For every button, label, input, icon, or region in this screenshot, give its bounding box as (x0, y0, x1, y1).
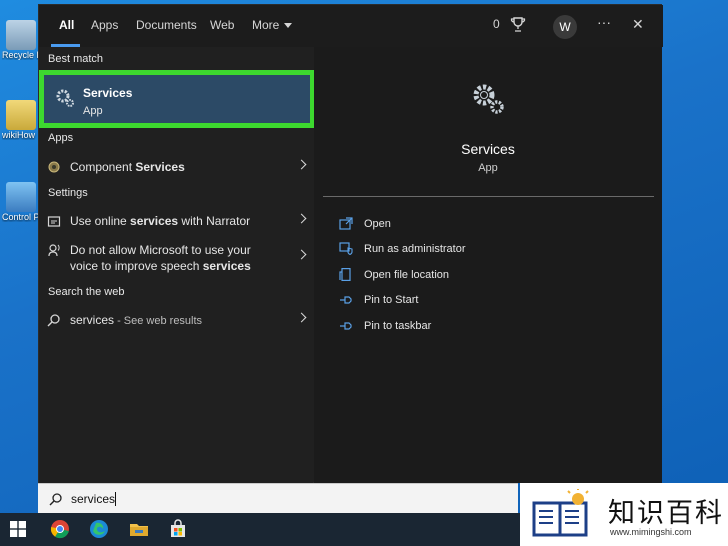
best-match-title: Services (83, 86, 133, 100)
label-bold: services (130, 214, 179, 228)
chevron-down-icon (284, 23, 293, 29)
chevron-right-icon (296, 213, 307, 224)
desktop-icon-control-panel[interactable]: Control Panel (2, 182, 38, 222)
list-item-label: Do not allow Microsoft to use your voice … (70, 242, 275, 274)
tab-all[interactable]: All (59, 18, 74, 32)
speech-privacy-icon (48, 244, 60, 257)
label-bold: Services (135, 160, 185, 174)
store-icon[interactable] (168, 519, 188, 539)
search-input[interactable]: services (38, 483, 518, 513)
list-item-component-services[interactable]: Component Services (47, 159, 307, 177)
label-suffix: with Narrator (178, 214, 251, 228)
desktop-icon-label: wikiHow (2, 130, 36, 140)
windows-start-icon[interactable] (10, 521, 26, 537)
desktop-icon-wikihow[interactable]: wikiHow (2, 100, 38, 140)
action-label: Pin to taskbar (364, 320, 432, 332)
best-match-heading: Best match (48, 53, 104, 65)
search-icon (47, 314, 60, 327)
shield-icon (339, 242, 353, 255)
list-item-web-search[interactable]: services - See web results (47, 312, 307, 330)
divider (323, 196, 654, 197)
search-query-text: services (71, 492, 116, 506)
desktop-icon-label: Recycle Bin (2, 50, 38, 60)
see-web-results: - See web results (114, 315, 203, 327)
watermark-url: www.mimingshi.com (610, 527, 692, 537)
recycle-bin-icon (6, 20, 36, 50)
best-match-subtitle: App (83, 105, 103, 117)
web-query: services (70, 313, 115, 327)
watermark: 知识百科 www.mimingshi.com (520, 483, 728, 546)
chrome-icon[interactable] (50, 519, 70, 539)
narrator-icon (47, 216, 61, 227)
list-item-narrator-setting[interactable]: Use online services with Narrator (47, 213, 307, 231)
pin-icon (340, 322, 352, 330)
search-icon (49, 493, 62, 506)
label-prefix: voice to improve speech (70, 259, 203, 273)
tab-web[interactable]: Web (210, 18, 234, 32)
label-line1: Do not allow Microsoft to use your (70, 243, 251, 257)
list-item-label: Use online services with Narrator (70, 213, 275, 229)
file-explorer-icon[interactable] (129, 519, 149, 539)
desktop-icon-recycle-bin[interactable]: Recycle Bin (2, 20, 38, 60)
rewards-count: 0 (493, 17, 500, 31)
action-label: Pin to Start (364, 294, 419, 306)
open-icon (339, 217, 353, 230)
detail-title: Services (461, 141, 515, 157)
account-avatar[interactable]: W (553, 15, 577, 39)
start-search-panel: All Apps Documents Web More 0 W ··· ✕ Be… (38, 4, 663, 483)
best-match-item[interactable]: Services App (39, 70, 315, 128)
watermark-text: 知识百科 (608, 498, 724, 529)
book-lightbulb-logo-icon (532, 489, 589, 537)
tab-apps[interactable]: Apps (91, 18, 118, 32)
component-services-icon (48, 161, 60, 173)
settings-heading: Settings (48, 187, 88, 199)
chevron-right-icon (296, 312, 307, 323)
file-location-icon (339, 268, 351, 281)
search-tabs-bar: All Apps Documents Web More 0 W ··· ✕ (39, 5, 663, 47)
trophy-icon[interactable] (510, 16, 526, 34)
list-item-label: services - See web results (70, 312, 275, 329)
control-panel-icon (6, 182, 36, 212)
action-label: Open (364, 218, 391, 230)
services-gear-icon (473, 84, 504, 114)
close-icon[interactable]: ✕ (632, 16, 644, 33)
search-web-heading: Search the web (48, 286, 125, 298)
label-prefix: Component (70, 160, 136, 174)
tab-more[interactable]: More (252, 18, 293, 32)
more-options-icon[interactable]: ··· (597, 14, 611, 30)
action-label: Open file location (364, 269, 449, 281)
label-bold: services (202, 259, 251, 273)
detail-subtitle: App (478, 162, 498, 174)
list-item-label: Component Services (70, 159, 275, 175)
services-gear-icon (56, 89, 74, 107)
list-item-speech-setting[interactable]: Do not allow Microsoft to use your voice … (47, 242, 307, 276)
edge-icon[interactable] (89, 519, 109, 539)
tab-documents[interactable]: Documents (136, 18, 197, 32)
text-cursor (115, 492, 117, 506)
search-input-value: services (71, 492, 117, 506)
apps-heading: Apps (48, 132, 74, 144)
action-label: Run as administrator (364, 243, 466, 255)
label-prefix: Use online (70, 214, 131, 228)
folder-icon (6, 100, 36, 130)
chevron-right-icon (296, 249, 307, 260)
detail-pane: Services App Open Run as administrator O… (314, 47, 662, 483)
desktop-icon-label: Control Panel (2, 212, 38, 222)
pin-icon (340, 296, 352, 304)
chevron-right-icon (296, 159, 307, 170)
results-list: Best match Services App Apps Component S… (39, 47, 315, 483)
tab-more-label: More (252, 18, 280, 32)
